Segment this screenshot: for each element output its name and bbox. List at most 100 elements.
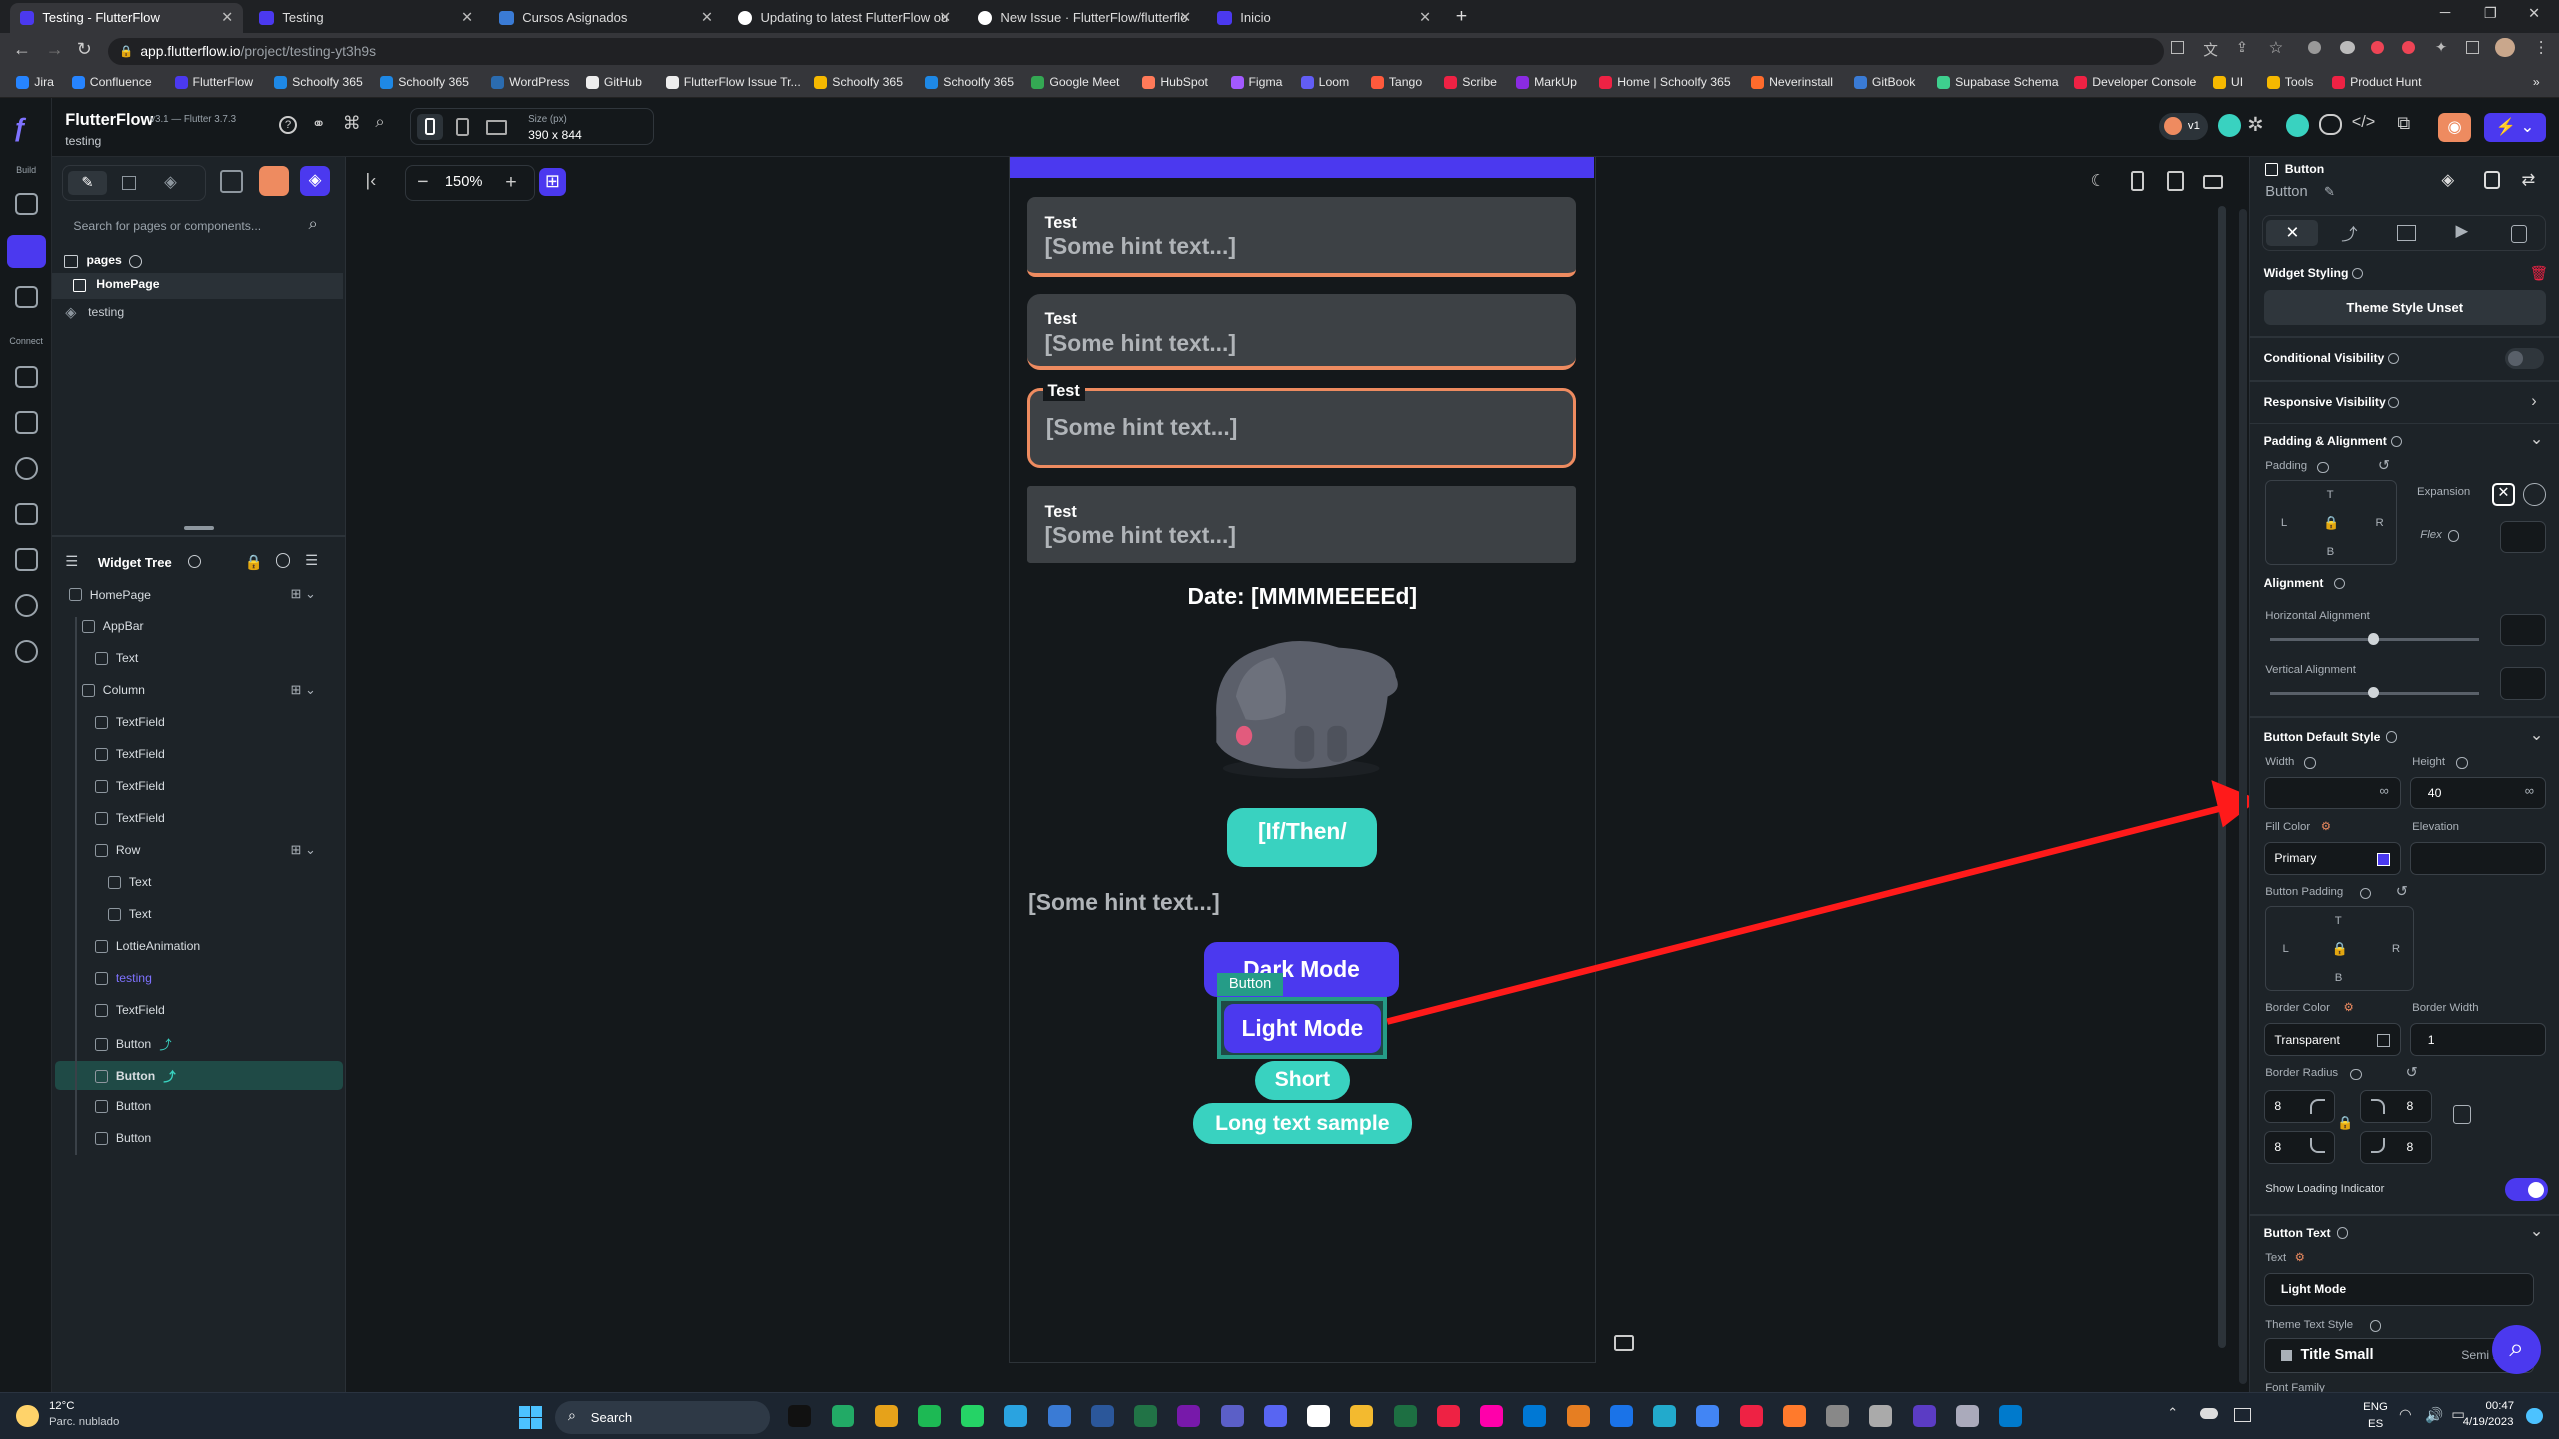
- add-widget-button[interactable]: ⊞: [538, 168, 567, 196]
- check-status-icon[interactable]: [2286, 114, 2310, 138]
- close-icon[interactable]: ✕: [939, 9, 951, 26]
- search-fab-button[interactable]: ⌕: [2492, 1325, 2542, 1375]
- bookmark-item[interactable]: GitHub: [585, 75, 642, 89]
- widget-name[interactable]: Button: [2265, 184, 2307, 200]
- lock-icon[interactable]: 🔒: [2337, 1115, 2353, 1131]
- light-mode-button[interactable]: Light Mode: [1224, 1003, 1381, 1053]
- info-icon[interactable]: [2317, 461, 2329, 474]
- info-icon[interactable]: [2304, 757, 2316, 769]
- tablet-icon[interactable]: [456, 118, 470, 137]
- code-icon[interactable]: </>: [2352, 113, 2376, 132]
- tray-icon[interactable]: [2234, 1407, 2251, 1423]
- reset-icon[interactable]: ↺: [2406, 1064, 2418, 1081]
- info-icon[interactable]: [2387, 396, 2400, 408]
- taskbar-app-icon[interactable]: [1350, 1404, 1374, 1428]
- bookmark-item[interactable]: Schoolfy 365: [380, 75, 469, 89]
- tree-node-text[interactable]: Text: [107, 875, 151, 889]
- bookmark-item[interactable]: HubSpot: [1142, 75, 1208, 89]
- app-state-icon[interactable]: [14, 456, 38, 480]
- theme-gem-button[interactable]: ◈: [300, 166, 330, 196]
- page-search-input[interactable]: Search for pages or components...: [62, 212, 336, 241]
- info-icon[interactable]: [2456, 757, 2468, 769]
- browser-tab-1[interactable]: Testing - FlutterFlow ✕: [9, 3, 244, 33]
- bookmark-item[interactable]: Home | Schoolfy 365: [1599, 75, 1731, 89]
- zoom-level[interactable]: 150%: [445, 174, 483, 190]
- tree-node-text[interactable]: Text: [94, 651, 138, 665]
- bookmark-item[interactable]: Jira: [16, 75, 54, 89]
- taskbar-app-icon[interactable]: [1566, 1404, 1590, 1428]
- textfield-1[interactable]: Test [Some hint text...]: [1026, 197, 1577, 278]
- tree-node-button[interactable]: Button: [94, 1131, 151, 1145]
- app-bar[interactable]: [1010, 156, 1595, 178]
- taskbar-app-icon[interactable]: [1393, 1404, 1417, 1428]
- add-child-icon[interactable]: ⊞ ⌄: [290, 842, 316, 858]
- components-orange-button[interactable]: [259, 166, 289, 196]
- backend-query-tab[interactable]: [2396, 224, 2417, 241]
- share-link-icon[interactable]: ⚭: [312, 114, 326, 134]
- chevron-down-icon[interactable]: ⌄: [2530, 725, 2544, 745]
- close-icon[interactable]: ✕: [701, 9, 713, 26]
- slider-thumb[interactable]: [2368, 633, 2380, 645]
- pages-section-label[interactable]: pages: [86, 253, 121, 267]
- copy-icon[interactable]: [2452, 1104, 2471, 1125]
- size-value[interactable]: 390 x 844: [528, 128, 582, 142]
- set-from-variable-icon[interactable]: ⚙: [2295, 1250, 2305, 1264]
- radius-top-right-input[interactable]: 8: [2359, 1090, 2432, 1123]
- add-page-icon[interactable]: [14, 192, 38, 216]
- command-icon[interactable]: ⌘: [343, 113, 361, 134]
- bookmark-item[interactable]: Schoolfy 365: [274, 75, 363, 89]
- bookmark-item[interactable]: Confluence: [71, 75, 152, 89]
- tree-node-column[interactable]: Column: [81, 683, 145, 697]
- actions-tab[interactable]: ⤴: [2341, 221, 2357, 245]
- language-label[interactable]: ENG: [2363, 1401, 2388, 1413]
- chevron-up-icon[interactable]: ⌃: [2167, 1405, 2178, 1421]
- folder-icon[interactable]: [220, 169, 244, 193]
- menu-kebab-icon[interactable]: ⋮: [2533, 38, 2549, 58]
- panel-resize-handle[interactable]: [184, 525, 214, 531]
- taskbar-app-icon[interactable]: [1826, 1404, 1850, 1428]
- back-icon[interactable]: ←: [13, 39, 31, 60]
- dark-mode-moon-icon[interactable]: ☾: [2091, 171, 2106, 191]
- minimize-icon[interactable]: ─: [2440, 5, 2450, 21]
- toggle-panel-icon[interactable]: [1614, 1334, 1634, 1352]
- browser-tab-3[interactable]: Cursos Asignados ✕: [490, 3, 723, 32]
- extension-icon[interactable]: [2340, 40, 2355, 54]
- more-bookmarks-icon[interactable]: »: [2533, 75, 2540, 89]
- taskbar-app-icon[interactable]: [918, 1404, 941, 1428]
- expansion-expand-icon[interactable]: [2523, 483, 2546, 506]
- set-from-variable-icon[interactable]: ⚙: [2321, 819, 2331, 833]
- add-child-icon[interactable]: ⊞ ⌄: [290, 586, 316, 602]
- tree-node-textfield[interactable]: TextField: [94, 747, 165, 761]
- tree-node-row[interactable]: Row: [94, 843, 140, 857]
- delete-trash-icon[interactable]: 🗑: [2530, 264, 2549, 282]
- short-button[interactable]: Short: [1255, 1060, 1350, 1100]
- close-icon[interactable]: ✕: [1419, 9, 1431, 26]
- taskbar-app-icon[interactable]: [1004, 1404, 1028, 1428]
- bookmark-item[interactable]: Loom: [1300, 75, 1349, 89]
- tree-node-button[interactable]: Button: [94, 1099, 151, 1113]
- tree-node-textfield[interactable]: TextField: [94, 811, 165, 825]
- tree-node-testing[interactable]: testing: [94, 971, 152, 985]
- taskbar-app-icon[interactable]: [1134, 1404, 1158, 1428]
- taskbar-app-icon[interactable]: [874, 1404, 898, 1428]
- tree-node-homepage[interactable]: HomePage: [68, 588, 151, 602]
- info-icon[interactable]: [2385, 731, 2398, 743]
- textfield-4[interactable]: Test [Some hint text...]: [1026, 486, 1577, 564]
- sidebar-icon[interactable]: [2465, 40, 2479, 54]
- lock-icon[interactable]: 🔒: [245, 553, 263, 571]
- phone-frame-icon[interactable]: [2131, 171, 2145, 191]
- firestore-icon[interactable]: [14, 365, 38, 389]
- border-width-input[interactable]: 1: [2410, 1023, 2546, 1056]
- taskbar-app-icon[interactable]: [1090, 1404, 1114, 1428]
- page-item-testing[interactable]: ◈ testing: [52, 300, 342, 326]
- add-child-icon[interactable]: ⊞ ⌄: [290, 682, 316, 698]
- keyboard-icon[interactable]: [2203, 174, 2223, 190]
- search-icon[interactable]: ⌕: [375, 113, 384, 132]
- docs-tab[interactable]: [2511, 224, 2528, 243]
- taskbar-app-icon[interactable]: [1480, 1404, 1504, 1428]
- padding-editor[interactable]: T L 🔒 R B: [2265, 479, 2398, 565]
- save-component-icon[interactable]: [2483, 171, 2501, 190]
- gem-icon[interactable]: ◈: [2441, 170, 2454, 190]
- translate-icon[interactable]: 文: [2203, 39, 2218, 60]
- tree-node-textfield[interactable]: TextField: [94, 779, 165, 793]
